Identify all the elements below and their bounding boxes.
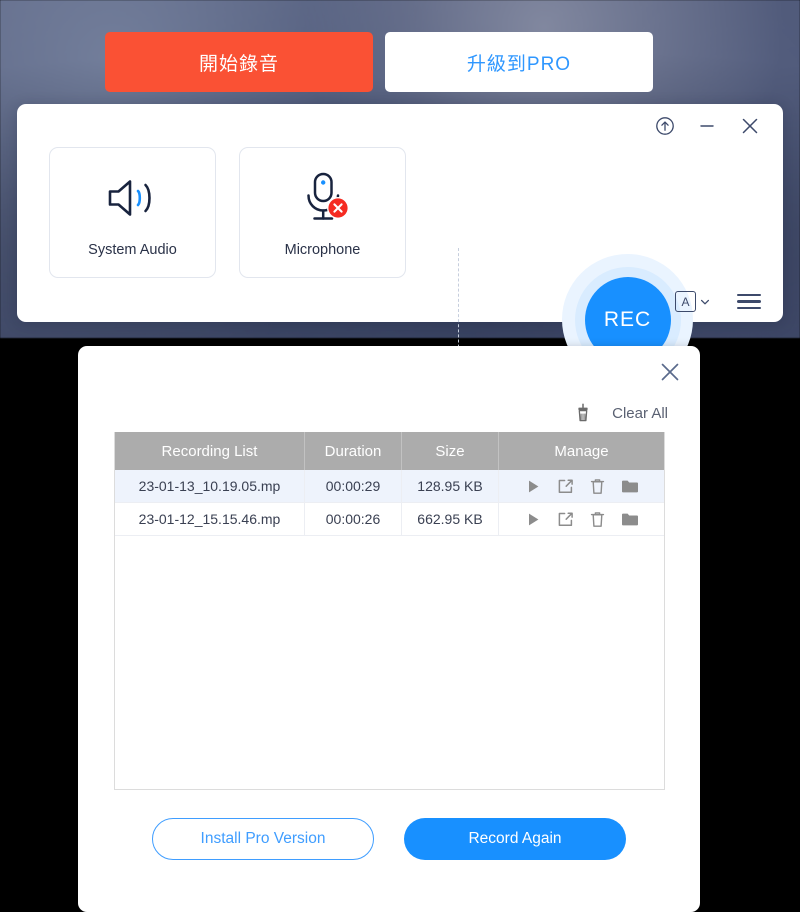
clear-all-label: Clear All [612, 404, 668, 422]
column-header-size: Size [402, 432, 499, 470]
microphone-icon [297, 167, 349, 229]
column-header-duration: Duration [305, 432, 402, 470]
recording-manage-cell [499, 503, 664, 535]
top-action-bar: 開始錄音 升級到PRO [105, 32, 653, 92]
minimize-icon[interactable] [697, 116, 717, 136]
system-audio-label: System Audio [88, 242, 177, 258]
play-icon[interactable] [522, 512, 544, 527]
format-selector[interactable]: A [675, 291, 711, 312]
recordings-table: Recording List Duration Size Manage 23-0… [114, 432, 665, 790]
edit-icon[interactable] [554, 511, 576, 528]
install-pro-version-button[interactable]: Install Pro Version [152, 818, 374, 860]
recordings-window: Clear All Recording List Duration Size M… [78, 346, 700, 912]
recording-size: 128.95 KB [402, 470, 499, 502]
disabled-x-badge [326, 197, 349, 219]
folder-icon[interactable] [619, 512, 641, 527]
play-icon[interactable] [522, 479, 544, 494]
microphone-card[interactable]: Microphone [239, 147, 406, 278]
letter-a-box-icon: A [675, 291, 696, 312]
recording-manage-cell [499, 470, 664, 502]
table-row[interactable]: 23-01-13_10.19.05.mp 00:00:29 128.95 KB [115, 470, 664, 503]
folder-icon[interactable] [619, 479, 641, 494]
recording-duration: 00:00:29 [305, 470, 402, 502]
close-icon[interactable] [739, 115, 761, 137]
close-icon[interactable] [656, 358, 684, 386]
table-header-row: Recording List Duration Size Manage [115, 432, 664, 470]
trash-icon[interactable] [587, 478, 609, 495]
hamburger-menu-icon[interactable] [737, 293, 761, 310]
column-header-manage: Manage [554, 442, 609, 460]
table-row[interactable]: 23-01-12_15.15.46.mp 00:00:26 662.95 KB [115, 503, 664, 536]
recording-duration: 00:00:26 [305, 503, 402, 535]
record-again-button[interactable]: Record Again [404, 818, 626, 860]
start-recording-button[interactable]: 開始錄音 [105, 32, 373, 92]
column-header-recording-list: Recording List [115, 432, 305, 470]
chevron-down-icon [700, 299, 710, 304]
clear-all-button[interactable]: Clear All [572, 402, 668, 424]
system-audio-card[interactable]: System Audio [49, 147, 216, 278]
edit-icon[interactable] [554, 478, 576, 495]
arrow-up-circle-icon[interactable] [655, 116, 675, 136]
audio-source-cards: System Audio Microphone [49, 147, 406, 278]
recording-size: 662.95 KB [402, 503, 499, 535]
recording-name: 23-01-13_10.19.05.mp [115, 470, 305, 502]
recording-name: 23-01-12_15.15.46.mp [115, 503, 305, 535]
panel-bottom-tools: A [675, 291, 761, 312]
recorder-window: System Audio Microphone REC A [17, 104, 783, 385]
broom-icon [578, 403, 588, 422]
window-controls [655, 115, 761, 137]
upgrade-to-pro-button[interactable]: 升級到PRO [385, 32, 653, 92]
trash-icon[interactable] [587, 511, 609, 528]
microphone-label: Microphone [284, 242, 361, 258]
speaker-icon [104, 167, 162, 229]
recordings-footer: Install Pro Version Record Again [78, 818, 700, 860]
